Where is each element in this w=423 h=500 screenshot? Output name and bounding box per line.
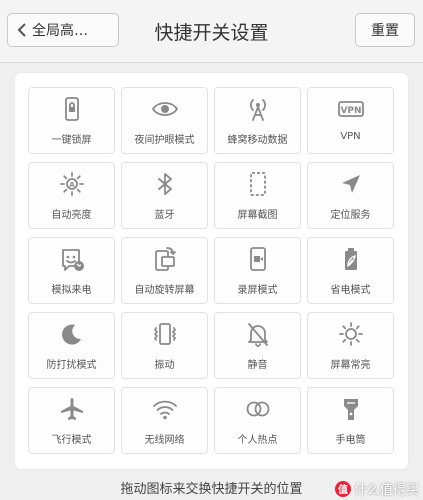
battery-saver-icon xyxy=(338,246,364,272)
toggle-tile-screenshot[interactable]: 屏幕截图 xyxy=(214,162,301,229)
toggle-tile-label: 手电筒 xyxy=(335,435,366,446)
toggle-tile-label: 个人热点 xyxy=(237,435,278,446)
header-bar: 全局高… 快捷开关设置 重置 xyxy=(0,0,423,63)
toggle-tile-label: 录屏模式 xyxy=(237,285,278,296)
toggle-grid: 一键锁屏 夜间护眼模式 蜂窝移动数据 VPN VPN A 自动亮度 蓝牙 屏幕截图 定位服务模拟来… xyxy=(28,87,394,454)
toggle-tile-battery-saver[interactable]: 省电模式 xyxy=(307,237,394,304)
toggle-tile-label: 静音 xyxy=(247,360,268,371)
airplane-icon xyxy=(59,396,85,422)
toggle-tile-label: 蓝牙 xyxy=(154,210,175,221)
chevron-left-icon xyxy=(12,23,32,37)
antenna-icon xyxy=(245,96,271,122)
svg-text:A: A xyxy=(69,181,75,189)
back-button-label: 全局高… xyxy=(32,23,88,39)
lock-screen-icon xyxy=(59,96,85,122)
reset-button[interactable]: 重置 xyxy=(355,13,415,47)
toggle-tile-vibrate[interactable]: 振动 xyxy=(121,312,208,379)
toggle-tile-label: 防打扰模式 xyxy=(46,360,97,371)
toggle-tile-bluetooth[interactable]: 蓝牙 xyxy=(121,162,208,229)
toggle-tile-label: 飞行模式 xyxy=(51,435,92,446)
toggle-tile-fake-call[interactable]: 模拟来电 xyxy=(28,237,115,304)
watermark: 值 什么值得买 xyxy=(334,479,419,498)
toggle-tile-antenna[interactable]: 蜂窝移动数据 xyxy=(214,87,301,154)
screen-record-icon xyxy=(245,246,271,272)
toggle-tile-airplane[interactable]: 飞行模式 xyxy=(28,387,115,454)
toggle-tile-moon[interactable]: 防打扰模式 xyxy=(28,312,115,379)
toggle-tile-label: 一键锁屏 xyxy=(51,135,92,146)
toggle-tile-label: 自动亮度 xyxy=(51,210,92,221)
toggle-tile-screen-record[interactable]: 录屏模式 xyxy=(214,237,301,304)
toggle-tile-label: VPN xyxy=(340,131,361,142)
vpn-icon: VPN xyxy=(337,96,364,122)
watermark-logo: 值 xyxy=(334,480,351,497)
toggle-tile-label: 蜂窝移动数据 xyxy=(227,135,288,146)
toggle-tile-label: 模拟来电 xyxy=(51,285,92,296)
toggle-tile-label: 振动 xyxy=(154,360,175,371)
toggle-panel: 一键锁屏 夜间护眼模式 蜂窝移动数据 VPN VPN A 自动亮度 蓝牙 屏幕截图 定位服务模拟来… xyxy=(15,73,408,469)
screenshot-icon xyxy=(245,171,271,197)
hotspot-icon xyxy=(245,396,271,422)
watermark-text: 什么值得买 xyxy=(353,483,419,498)
toggle-tile-label: 夜间护眼模式 xyxy=(134,135,195,146)
toggle-tile-rotate-screen[interactable]: 自动旋转屏幕 xyxy=(121,237,208,304)
sun-icon xyxy=(338,321,364,347)
toggle-tile-flashlight[interactable]: 手电筒 xyxy=(307,387,394,454)
toggle-tile-label: 无线网络 xyxy=(144,435,185,446)
fake-call-icon xyxy=(59,246,85,272)
eye-icon xyxy=(151,96,178,122)
bluetooth-icon xyxy=(152,171,178,197)
toggle-tile-lock-screen[interactable]: 一键锁屏 xyxy=(28,87,115,154)
flashlight-icon xyxy=(338,396,364,422)
toggle-tile-wifi[interactable]: 无线网络 xyxy=(121,387,208,454)
location-arrow-icon xyxy=(338,171,364,197)
toggle-tile-auto-brightness[interactable]: A 自动亮度 xyxy=(28,162,115,229)
back-button[interactable]: 全局高… xyxy=(7,13,119,47)
toggle-tile-vpn[interactable]: VPN VPN xyxy=(307,87,394,154)
toggle-tile-hotspot[interactable]: 个人热点 xyxy=(214,387,301,454)
svg-text:VPN: VPN xyxy=(340,106,361,116)
toggle-tile-label: 屏幕常亮 xyxy=(330,360,371,371)
auto-brightness-icon: A xyxy=(59,171,85,197)
wifi-icon xyxy=(152,396,178,422)
toggle-tile-eye[interactable]: 夜间护眼模式 xyxy=(121,87,208,154)
moon-icon xyxy=(59,321,85,347)
toggle-tile-sun[interactable]: 屏幕常亮 xyxy=(307,312,394,379)
toggle-tile-label: 定位服务 xyxy=(330,210,371,221)
mute-bell-icon xyxy=(245,321,271,347)
toggle-tile-mute-bell[interactable]: 静音 xyxy=(214,312,301,379)
rotate-screen-icon xyxy=(152,246,178,272)
toggle-tile-label: 省电模式 xyxy=(330,285,371,296)
toggle-tile-label: 屏幕截图 xyxy=(237,210,278,221)
toggle-tile-label: 自动旋转屏幕 xyxy=(134,285,195,296)
toggle-tile-location-arrow[interactable]: 定位服务 xyxy=(307,162,394,229)
vibrate-icon xyxy=(152,321,178,347)
